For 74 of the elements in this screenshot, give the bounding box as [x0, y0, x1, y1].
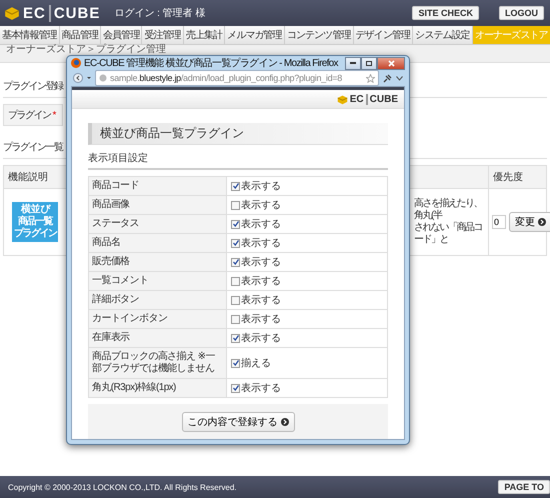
copyright-text: Copyright © 2000-2013 LOCKON CO.,LTD. All Rights Reserved. — [8, 482, 238, 492]
minimize-icon — [350, 62, 356, 64]
nav-tab[interactable]: デザイン管理 — [354, 26, 414, 44]
firefox-icon — [71, 58, 81, 68]
nav-tab[interactable]: コンテンツ管理 — [284, 26, 354, 44]
checkbox[interactable] — [231, 296, 240, 304]
setting-label: 詳細ボタン — [89, 291, 227, 310]
change-button[interactable]: 変更 — [509, 212, 550, 232]
ec-cube-logo[interactable]: EC CUBE — [4, 4, 100, 22]
checkbox-label: 表示する — [241, 256, 281, 269]
cube-logo-icon — [4, 5, 20, 21]
checkbox-label: 表示する — [241, 382, 281, 395]
page-top-button[interactable]: PAGE TO — [498, 480, 550, 494]
checkbox[interactable] — [231, 238, 240, 248]
nav-tab[interactable]: 商品管理 — [60, 26, 102, 44]
nav-tab[interactable]: メルマガ管理 — [225, 26, 285, 44]
close-icon — [388, 60, 394, 66]
nav-tab[interactable]: 基本情報管理 — [0, 26, 60, 44]
checkbox[interactable] — [231, 276, 240, 286]
checkbox[interactable] — [231, 220, 240, 228]
setting-label: ステータス — [89, 215, 227, 234]
header-button[interactable]: SITE CHECK — [412, 6, 479, 20]
plugin-description: 高さを揃えたり、角丸(半 されない「商品コード」と — [414, 198, 483, 246]
checkbox[interactable] — [231, 182, 240, 190]
chevron-down-icon[interactable] — [396, 76, 403, 80]
nav-tab[interactable]: 会員管理 — [101, 26, 142, 44]
checkbox-label: 表示する — [241, 274, 281, 288]
checkbox[interactable] — [231, 334, 240, 342]
setting-label: 角丸(R3px)枠線(1px) — [89, 379, 227, 398]
dropdown-icon[interactable] — [87, 76, 91, 80]
setting-label: カートインボタン — [89, 310, 227, 329]
close-button[interactable] — [377, 56, 405, 70]
nav-tab[interactable]: システム設定 — [413, 26, 473, 44]
checkbox-label: 揃える — [241, 356, 271, 370]
maximize-button[interactable] — [361, 56, 377, 70]
header-button[interactable]: LOGOU — [499, 6, 544, 20]
maximize-icon — [366, 60, 372, 66]
globe-icon — [99, 74, 107, 82]
setting-label: 商品ブロックの高さ揃え ※一部ブラウザでは機能しません — [89, 348, 227, 379]
checkbox[interactable] — [231, 258, 240, 266]
nav-tab[interactable]: 受注管理 — [142, 26, 184, 44]
checkbox[interactable] — [231, 200, 240, 210]
setting-label: 商品コード — [89, 177, 227, 196]
checkbox-label: 表示する — [241, 236, 281, 250]
checkbox-label: 表示する — [241, 294, 281, 307]
setting-label: 販売価格 — [89, 253, 227, 272]
nav-tab[interactable]: 売上集計 — [184, 26, 226, 44]
address-field[interactable]: sample.bluestyle.jp/admin/load_plugin_config.php?plugin_id=8 — [95, 70, 379, 86]
plugin-logo: 横 並 び 商品一覧 プラグイン — [12, 202, 58, 242]
checkbox[interactable] — [231, 384, 240, 392]
back-icon[interactable] — [73, 73, 83, 83]
star-icon[interactable] — [366, 74, 375, 82]
login-text: ログイン : 管理者 様 — [114, 6, 206, 20]
column-header: 優先度 — [488, 166, 546, 189]
checkbox[interactable] — [231, 314, 240, 324]
submit-button[interactable]: この内容で登録する — [182, 412, 294, 432]
checkbox-label: 表示する — [241, 332, 281, 345]
field-label: プラグイン * — [3, 104, 63, 126]
arrow-circle-icon — [538, 218, 546, 226]
ec-cube-logo: EC CUBE — [336, 94, 398, 104]
priority-input[interactable]: 0 — [492, 215, 506, 229]
minimize-button[interactable] — [345, 56, 361, 70]
checkbox[interactable] — [231, 358, 240, 368]
setting-label: 商品名 — [89, 234, 227, 253]
section-heading: 表示項目設定 — [88, 145, 388, 170]
cube-logo-icon — [336, 94, 348, 104]
setting-label: 一覧コメント — [89, 272, 227, 291]
checkbox-label: 表示する — [241, 312, 281, 326]
setting-label: 在庫表示 — [89, 329, 227, 348]
plugin-heading: 横並び商品一覧プラグイン — [88, 123, 388, 145]
checkbox-label: 表示する — [241, 218, 281, 231]
arrow-circle-icon — [280, 418, 288, 426]
checkbox-label: 表示する — [241, 198, 281, 212]
setting-label: 商品画像 — [89, 196, 227, 215]
